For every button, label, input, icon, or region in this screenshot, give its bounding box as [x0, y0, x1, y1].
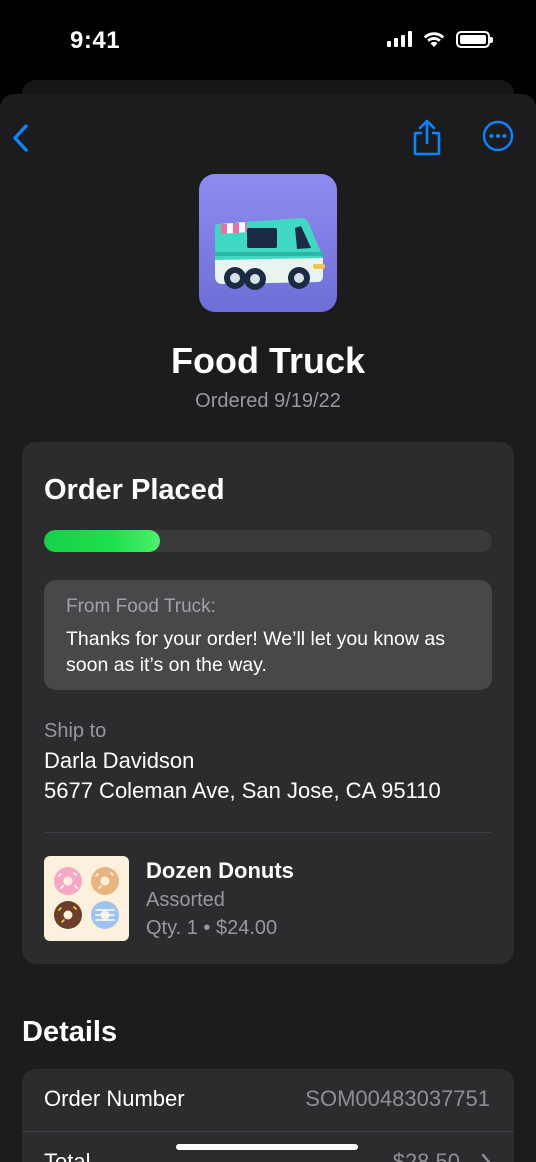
order-progress-fill	[44, 530, 161, 552]
order-date: Ordered 9/19/22	[195, 390, 341, 412]
share-button[interactable]	[410, 118, 444, 158]
order-sheet: Food Truck Ordered 9/19/22 Order Placed …	[0, 94, 536, 1162]
chevron-right-icon	[481, 1153, 491, 1162]
status-bar: 9:41	[0, 0, 536, 90]
ellipsis-circle-icon	[482, 120, 514, 152]
details-heading: Details	[22, 1016, 118, 1048]
food-truck-app-icon	[199, 174, 337, 312]
status-time: 9:41	[70, 27, 121, 54]
ship-to-name: Darla Davidson	[44, 748, 195, 773]
share-icon	[413, 119, 441, 156]
order-status-card: Order Placed From Food Truck: Thanks for…	[22, 442, 514, 964]
order-progress-bar	[44, 530, 492, 552]
divider	[44, 832, 492, 833]
item-thumbnail	[44, 856, 129, 941]
chevron-left-icon	[13, 124, 28, 152]
merchant-message: From Food Truck: Thanks for your order! …	[44, 580, 492, 690]
item-variant: Assorted	[146, 889, 225, 911]
order-number-row: Order Number SOM00483037751	[22, 1069, 514, 1132]
message-body: Thanks for your order! We’ll let you kno…	[66, 628, 445, 676]
ship-to-label: Ship to	[44, 720, 107, 742]
cellular-signal-icon	[387, 31, 412, 47]
detail-label: Order Number	[44, 1086, 185, 1111]
back-button[interactable]	[6, 120, 36, 156]
more-button[interactable]	[482, 120, 514, 152]
detail-value: SOM00483037751	[305, 1086, 490, 1111]
item-quantity-price: Qty. 1 • $24.00	[146, 917, 278, 939]
detail-value: $28.50	[392, 1149, 460, 1162]
item-name: Dozen Donuts	[146, 858, 294, 883]
status-icons	[387, 30, 493, 48]
detail-label: Total	[44, 1149, 91, 1162]
message-sender: From Food Truck:	[66, 596, 216, 617]
home-indicator[interactable]	[176, 1144, 358, 1150]
wifi-icon	[423, 32, 445, 47]
food-truck-icon	[215, 218, 325, 290]
ship-to-address: 5677 Coleman Ave, San Jose, CA 95110	[44, 778, 441, 803]
order-status-title: Order Placed	[44, 474, 225, 506]
merchant-name: Food Truck	[170, 340, 365, 381]
donuts-image	[54, 867, 119, 929]
battery-icon	[456, 30, 493, 48]
